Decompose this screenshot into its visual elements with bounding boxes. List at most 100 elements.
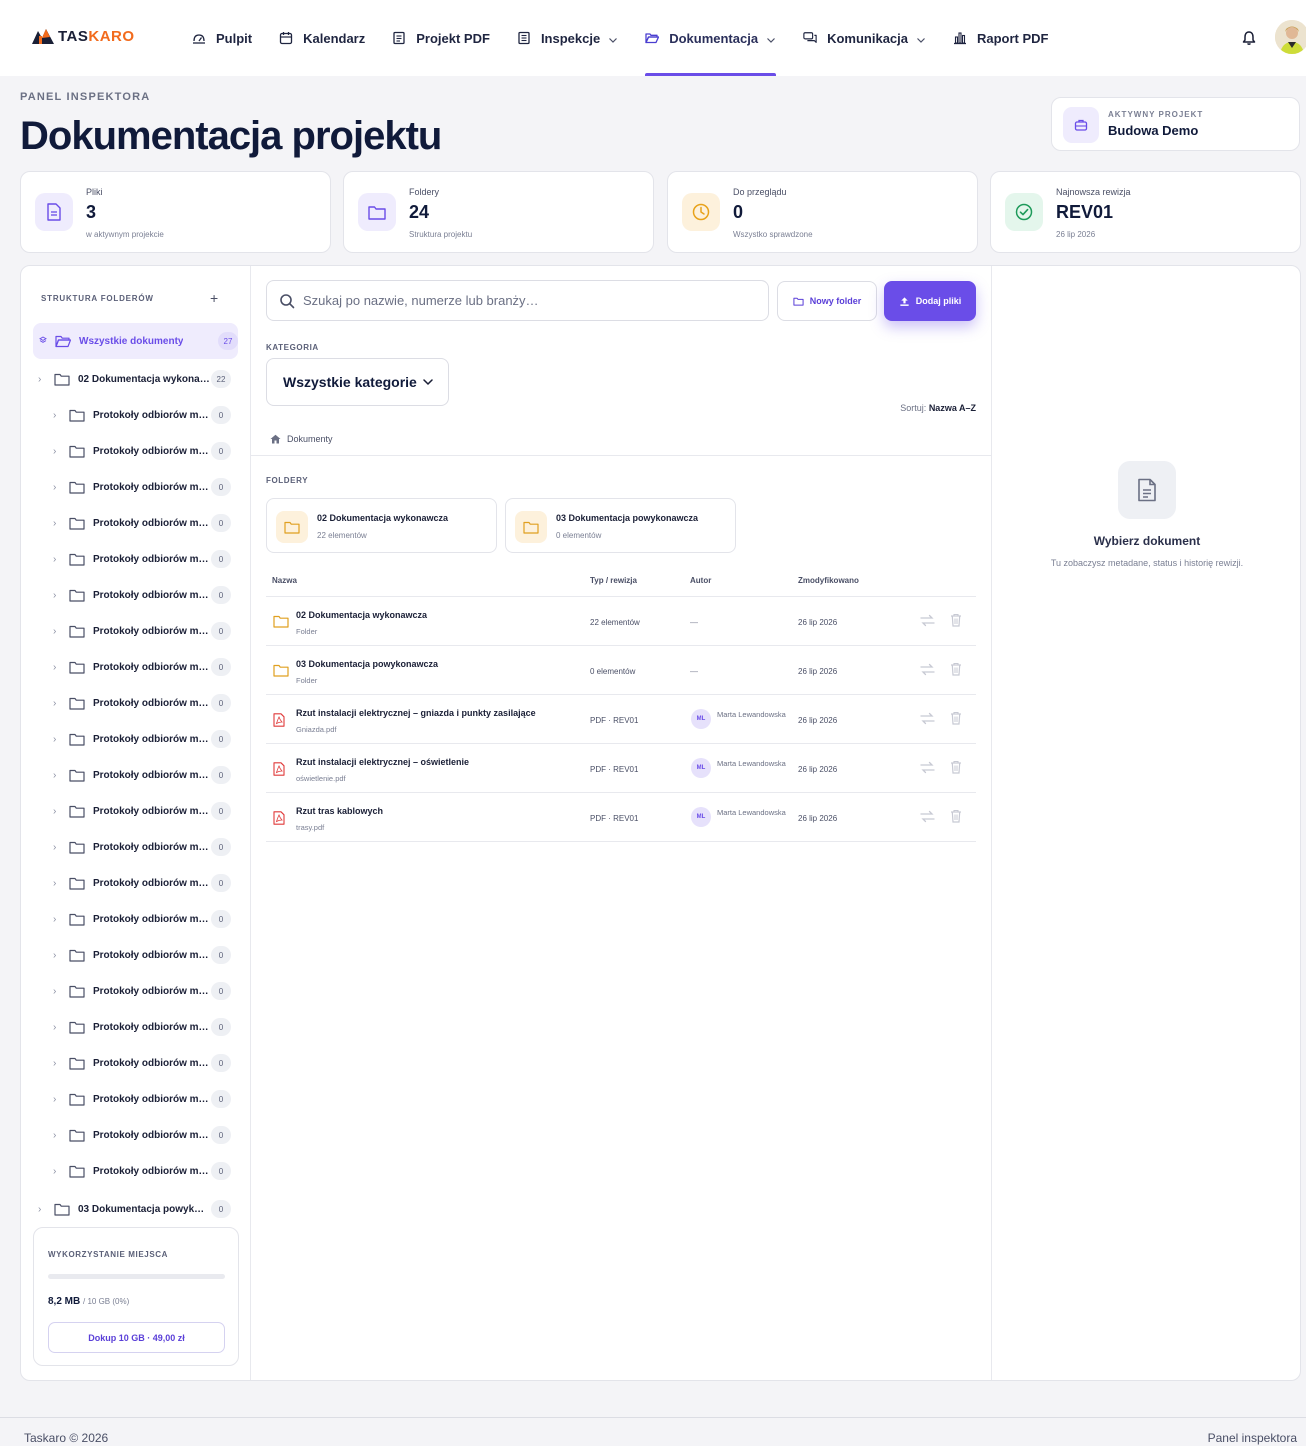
taskaro-logo[interactable]: TAS KARO [30,26,135,46]
trash-icon[interactable] [950,711,962,725]
folder-tree-item[interactable]: › Protokoły odbiorów m… 0 [53,397,231,433]
column-header-type[interactable]: Typ / rewizja [590,576,637,585]
chevron-right-icon[interactable]: › [53,1094,63,1105]
folder-tree-item[interactable]: › Protokoły odbiorów m… 0 [53,505,231,541]
folder-tree-item[interactable]: › Protokoły odbiorów m… 0 [53,1117,231,1153]
row-name[interactable]: 03 Dokumentacja powykonawcza [296,659,438,669]
column-header-name[interactable]: Nazwa [272,576,297,585]
category-select[interactable]: Wszystkie kategorie [266,358,449,406]
nav-item-inspekcje[interactable]: Inspekcje [517,0,618,76]
sort-control[interactable]: Sortuj: Nazwa A–Z [900,403,976,413]
chevron-right-icon[interactable]: › [53,698,63,709]
trash-icon[interactable] [950,613,962,627]
folder-tree-item[interactable]: › Protokoły odbiorów m… 0 [53,937,231,973]
folder-tree-item[interactable]: › Protokoły odbiorów m… 0 [53,613,231,649]
folder-item-count: 0 [211,1200,231,1218]
chevron-right-icon[interactable]: › [53,806,63,817]
nav-item-komunikacja[interactable]: Komunikacja [803,0,926,76]
folder-tree-item[interactable]: › Protokoły odbiorów m… 0 [53,433,231,469]
move-icon[interactable] [920,663,935,676]
search-input[interactable] [303,293,743,308]
folder-icon [54,373,70,386]
folder-tree-label: Protokoły odbiorów m… [93,949,209,961]
nav-item-pulpit[interactable]: Pulpit [192,0,252,76]
breadcrumb-root[interactable]: Dokumenty [287,434,333,444]
folder-tree-item[interactable]: › Protokoły odbiorów m… 0 [53,685,231,721]
folder-tree-item[interactable]: › Protokoły odbiorów m… 0 [53,793,231,829]
folder-tree-item[interactable]: › Protokoły odbiorów m… 0 [53,721,231,757]
chevron-right-icon[interactable]: › [38,1204,48,1215]
chevron-right-icon[interactable]: › [53,842,63,853]
folder-tree-item[interactable]: › Protokoły odbiorów m… 0 [53,541,231,577]
folder-tree-item[interactable]: › Protokoły odbiorów m… 0 [53,469,231,505]
trash-icon[interactable] [950,809,962,823]
table-row[interactable]: Rzut instalacji elektrycznej – gniazda i… [266,695,976,744]
chevron-right-icon[interactable]: › [38,374,48,385]
chevron-right-icon[interactable]: › [53,446,63,457]
column-header-author[interactable]: Autor [690,576,711,585]
nav-item-kalendarz[interactable]: Kalendarz [279,0,365,76]
buy-storage-button[interactable]: Dokup 10 GB · 49,00 zł [48,1322,225,1353]
search-box[interactable] [266,280,769,321]
add-folder-button[interactable]: + [210,290,218,306]
chevron-right-icon[interactable]: › [53,590,63,601]
table-row[interactable]: 02 Dokumentacja wykonawcza Folder 22 ele… [266,597,976,646]
chevron-right-icon[interactable]: › [53,914,63,925]
folder-tree-item[interactable]: › Protokoły odbiorów m… 0 [53,649,231,685]
move-icon[interactable] [920,810,935,823]
folder-tree-item[interactable]: › Protokoły odbiorów m… 0 [53,1045,231,1081]
folder-tree-item[interactable]: › Protokoły odbiorów m… 0 [53,865,231,901]
chevron-right-icon[interactable]: › [53,1130,63,1141]
user-avatar[interactable] [1275,20,1306,54]
chevron-right-icon[interactable]: › [53,554,63,565]
folder-tree-item[interactable]: › Protokoły odbiorów m… 0 [53,829,231,865]
table-row[interactable]: Rzut instalacji elektrycznej – oświetlen… [266,744,976,793]
chevron-right-icon[interactable]: › [53,662,63,673]
folder-card[interactable]: 03 Dokumentacja powykonawcza 0 elementów [505,498,736,553]
chevron-right-icon[interactable]: › [53,950,63,961]
chevron-right-icon[interactable]: › [53,878,63,889]
folder-tree-item[interactable]: › 03 Dokumentacja powyk… 0 [38,1191,231,1227]
chevron-right-icon[interactable]: › [53,626,63,637]
active-project-label: AKTYWNY PROJEKT [1108,110,1204,119]
new-folder-button[interactable]: Nowy folder [777,281,877,321]
folder-card[interactable]: 02 Dokumentacja wykonawcza 22 elementów [266,498,497,553]
nav-item-raport-pdf[interactable]: Raport PDF [953,0,1049,76]
column-header-modified[interactable]: Zmodyfikowano [798,576,859,585]
chevron-right-icon[interactable]: › [53,410,63,421]
folder-tree-item[interactable]: › Protokoły odbiorów m… 0 [53,973,231,1009]
folder-tree-item[interactable]: › Protokoły odbiorów m… 0 [53,1009,231,1045]
row-name[interactable]: Rzut instalacji elektrycznej – oświetlen… [296,757,469,767]
trash-icon[interactable] [950,662,962,676]
move-icon[interactable] [920,761,935,774]
nav-item-projekt-pdf[interactable]: Projekt PDF [392,0,490,76]
folder-tree-item[interactable]: › Protokoły odbiorów m… 0 [53,757,231,793]
row-name[interactable]: 02 Dokumentacja wykonawcza [296,610,427,620]
folder-tree-item[interactable]: › Protokoły odbiorów m… 0 [53,1081,231,1117]
folder-tree-item[interactable]: Wszystkie dokumenty 27 [33,323,238,359]
row-name[interactable]: Rzut tras kablowych [296,806,383,816]
folder-tree-item[interactable]: › Protokoły odbiorów m… 0 [53,901,231,937]
move-icon[interactable] [920,712,935,725]
chevron-right-icon[interactable]: › [53,1058,63,1069]
chevron-right-icon[interactable]: › [53,770,63,781]
table-row[interactable]: 03 Dokumentacja powykonawcza Folder 0 el… [266,646,976,695]
folder-tree-item[interactable]: › Protokoły odbiorów m… 0 [53,1153,231,1189]
active-project-card[interactable]: AKTYWNY PROJEKT Budowa Demo [1051,97,1300,151]
chevron-right-icon[interactable]: › [53,482,63,493]
nav-item-dokumentacja[interactable]: Dokumentacja [645,0,776,76]
folder-tree-item[interactable]: › Protokoły odbiorów m… 0 [53,577,231,613]
chevron-right-icon[interactable]: › [53,518,63,529]
add-files-button[interactable]: Dodaj pliki [884,281,976,321]
chevron-right-icon[interactable]: › [53,734,63,745]
folder-card-name: 03 Dokumentacja powykonawcza [556,513,699,523]
trash-icon[interactable] [950,760,962,774]
move-icon[interactable] [920,614,935,627]
bell-icon[interactable] [1241,30,1257,46]
chevron-right-icon[interactable]: › [53,986,63,997]
folder-tree-item[interactable]: › 02 Dokumentacja wykona… 22 [38,361,231,397]
chevron-right-icon[interactable]: › [53,1022,63,1033]
table-row[interactable]: Rzut tras kablowych trasy.pdf PDF · REV0… [266,793,976,842]
chevron-right-icon[interactable]: › [53,1166,63,1177]
row-name[interactable]: Rzut instalacji elektrycznej – gniazda i… [296,708,536,718]
